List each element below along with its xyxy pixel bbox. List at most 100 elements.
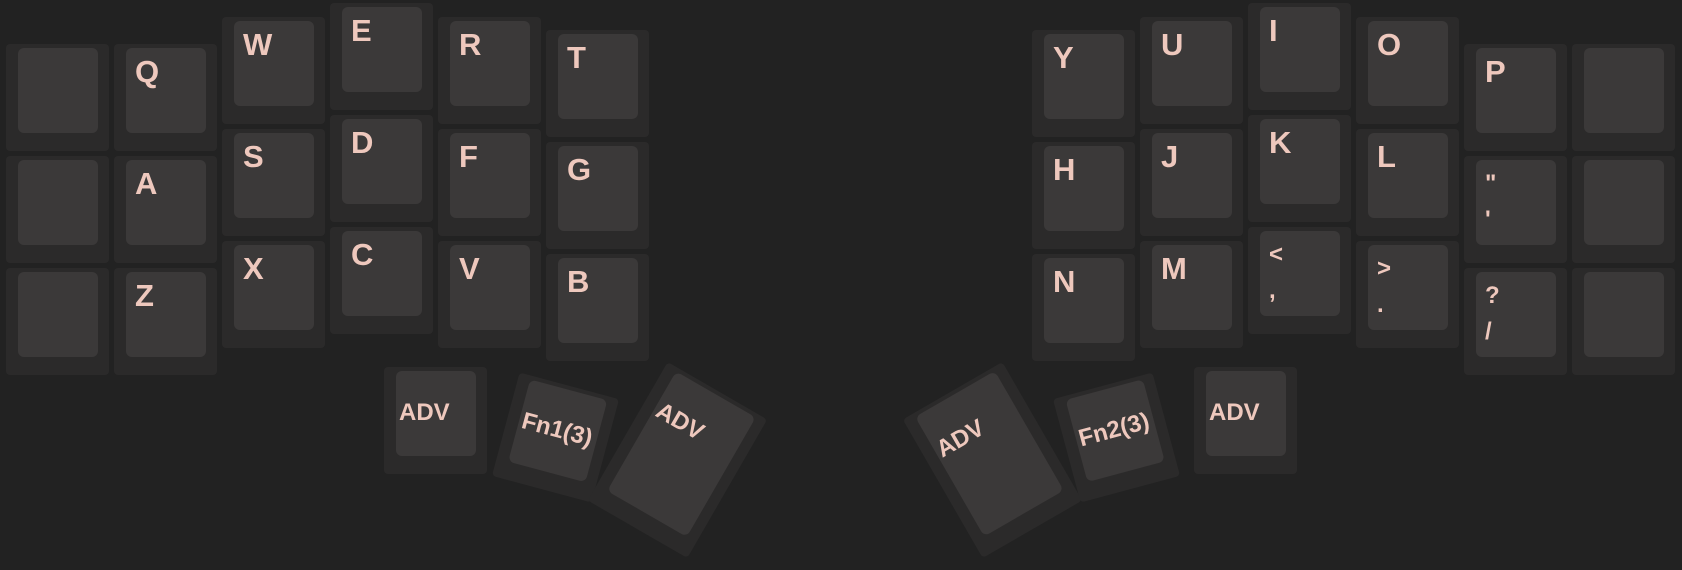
key-label: U: [1161, 27, 1184, 62]
keycap: O: [1368, 21, 1448, 106]
keycap: V: [450, 245, 530, 330]
key-left-r3-c0[interactable]: [6, 268, 109, 375]
key-quote[interactable]: " ': [1464, 156, 1567, 263]
key-label: L: [1377, 139, 1396, 174]
key-g[interactable]: G: [546, 142, 649, 249]
key-slash[interactable]: ? /: [1464, 268, 1567, 375]
keycap: P: [1476, 48, 1556, 133]
keyboard-layout: Q W E R T A S D F G Z X C V B ADV Fn1(3)…: [0, 0, 1682, 570]
keycap: H: [1044, 146, 1124, 231]
keycap: I: [1260, 7, 1340, 92]
key-y[interactable]: Y: [1032, 30, 1135, 137]
key-h[interactable]: H: [1032, 142, 1135, 249]
thumb-key-left-adv-1[interactable]: ADV: [384, 367, 487, 474]
keycap: X: [234, 245, 314, 330]
key-label: G: [567, 152, 592, 187]
keycap: [18, 160, 98, 245]
key-base-label: ': [1485, 206, 1491, 233]
key-label: Z: [135, 278, 154, 313]
key-label: R: [459, 27, 482, 62]
key-r[interactable]: R: [438, 17, 541, 124]
key-label: C: [351, 237, 374, 272]
keycap: K: [1260, 119, 1340, 204]
keycap: Fn2(3): [1065, 379, 1165, 483]
keycap: ADV: [396, 371, 476, 456]
key-z[interactable]: Z: [114, 268, 217, 375]
keycap: D: [342, 119, 422, 204]
keycap: [18, 272, 98, 357]
key-label: E: [351, 13, 372, 48]
key-period[interactable]: > .: [1356, 241, 1459, 348]
keycap: > .: [1368, 245, 1448, 330]
keycap: U: [1152, 21, 1232, 106]
key-label: Fn1(3): [518, 407, 596, 453]
keycap: [1584, 48, 1664, 133]
key-label: D: [351, 125, 374, 160]
key-s[interactable]: S: [222, 129, 325, 236]
key-m[interactable]: M: [1140, 241, 1243, 348]
key-base-label: .: [1377, 291, 1384, 318]
key-right-r3-c5[interactable]: [1572, 268, 1675, 375]
keycap: M: [1152, 245, 1232, 330]
key-a[interactable]: A: [114, 156, 217, 263]
keycap: N: [1044, 258, 1124, 343]
key-x[interactable]: X: [222, 241, 325, 348]
keycap: R: [450, 21, 530, 106]
key-right-r1-c5[interactable]: [1572, 44, 1675, 151]
key-shifted-label: ?: [1485, 282, 1500, 309]
key-label: P: [1485, 54, 1506, 89]
key-k[interactable]: K: [1248, 115, 1351, 222]
key-base-label: ,: [1269, 277, 1276, 304]
keycap: W: [234, 21, 314, 106]
keycap: < ,: [1260, 231, 1340, 316]
key-j[interactable]: J: [1140, 129, 1243, 236]
key-shifted-label: <: [1269, 241, 1284, 268]
key-label: Q: [135, 54, 160, 89]
keycap: " ': [1476, 160, 1556, 245]
thumb-key-left-adv-2[interactable]: ADV: [587, 361, 768, 559]
key-label: A: [135, 166, 158, 201]
keycap: A: [126, 160, 206, 245]
key-t[interactable]: T: [546, 30, 649, 137]
key-f[interactable]: F: [438, 129, 541, 236]
key-left-r2-c0[interactable]: [6, 156, 109, 263]
thumb-key-right-adv-1[interactable]: ADV: [902, 361, 1083, 559]
keycap: F: [450, 133, 530, 218]
keycap: E: [342, 7, 422, 92]
key-label: Y: [1053, 40, 1074, 75]
keycap: J: [1152, 133, 1232, 218]
key-label: M: [1161, 251, 1187, 286]
key-right-r2-c5[interactable]: [1572, 156, 1675, 263]
keycap: ? /: [1476, 272, 1556, 357]
key-e[interactable]: E: [330, 3, 433, 110]
key-label: ADV: [651, 397, 709, 446]
keycap: Q: [126, 48, 206, 133]
key-left-r1-c0[interactable]: [6, 44, 109, 151]
key-d[interactable]: D: [330, 115, 433, 222]
keycap: [18, 48, 98, 133]
key-u[interactable]: U: [1140, 17, 1243, 124]
thumb-key-right-adv-2[interactable]: ADV: [1194, 367, 1297, 474]
key-n[interactable]: N: [1032, 254, 1135, 361]
keycap: ADV: [915, 370, 1064, 537]
key-label: O: [1377, 27, 1402, 62]
keycap: L: [1368, 133, 1448, 218]
key-i[interactable]: I: [1248, 3, 1351, 110]
key-v[interactable]: V: [438, 241, 541, 348]
key-p[interactable]: P: [1464, 44, 1567, 151]
key-w[interactable]: W: [222, 17, 325, 124]
keycap: G: [558, 146, 638, 231]
key-l[interactable]: L: [1356, 129, 1459, 236]
key-label: J: [1161, 139, 1179, 174]
key-label: S: [243, 139, 264, 174]
key-label: B: [567, 264, 590, 299]
keycap: Y: [1044, 34, 1124, 119]
key-label: I: [1269, 13, 1278, 48]
key-comma[interactable]: < ,: [1248, 227, 1351, 334]
key-o[interactable]: O: [1356, 17, 1459, 124]
key-q[interactable]: Q: [114, 44, 217, 151]
keycap: T: [558, 34, 638, 119]
key-c[interactable]: C: [330, 227, 433, 334]
keycap: ADV: [1206, 371, 1286, 456]
key-b[interactable]: B: [546, 254, 649, 361]
